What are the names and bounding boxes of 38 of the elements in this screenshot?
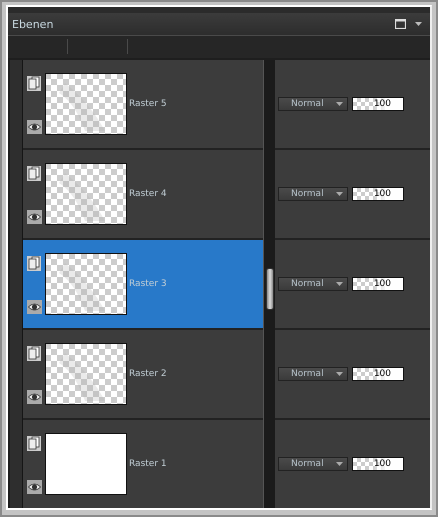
eye-icon[interactable]: [26, 390, 42, 404]
layer-name: Raster 2: [129, 369, 167, 379]
layer-name: Raster 5: [129, 99, 167, 109]
opacity-field[interactable]: 100: [352, 457, 404, 471]
layer-row[interactable]: Raster 1: [23, 420, 263, 508]
caret-icon: [336, 192, 343, 196]
opacity-field[interactable]: 100: [352, 367, 404, 381]
blend-mode-dropdown[interactable]: Normal: [278, 97, 348, 111]
caret-icon: [336, 462, 343, 466]
opacity-field[interactable]: 100: [352, 277, 404, 291]
opacity-field[interactable]: 100: [352, 97, 404, 111]
pages-icon[interactable]: [27, 346, 41, 361]
panel-title: Ebenen: [12, 18, 54, 30]
pages-icon[interactable]: [27, 436, 41, 451]
eye-icon[interactable]: [26, 120, 42, 134]
layer-name: Raster 3: [129, 279, 167, 289]
splitter-handle[interactable]: [266, 268, 274, 310]
caret-icon: [336, 372, 343, 376]
opacity-field[interactable]: 100: [352, 187, 404, 201]
caret-icon: [336, 282, 343, 286]
blend-mode-dropdown[interactable]: Normal: [278, 457, 348, 471]
caret-icon: [336, 102, 343, 106]
layer-name: Raster 1: [129, 459, 167, 469]
blend-mode-dropdown[interactable]: Normal: [278, 187, 348, 201]
layer-name: Raster 4: [129, 189, 167, 199]
layer-row[interactable]: Raster 4: [23, 150, 263, 238]
layer-row[interactable]: Raster 2: [23, 330, 263, 418]
eye-icon[interactable]: [26, 480, 42, 494]
eye-icon[interactable]: [26, 300, 42, 314]
pages-icon[interactable]: [27, 76, 41, 91]
eye-icon[interactable]: [26, 210, 42, 224]
blend-mode-dropdown[interactable]: Normal: [278, 367, 348, 381]
dropdown-icon[interactable]: [415, 22, 422, 26]
layer-row[interactable]: Raster 5: [23, 60, 263, 148]
maximize-icon[interactable]: [395, 19, 406, 29]
pages-icon[interactable]: [27, 166, 41, 181]
pages-icon[interactable]: [27, 256, 41, 271]
blend-mode-dropdown[interactable]: Normal: [278, 277, 348, 291]
